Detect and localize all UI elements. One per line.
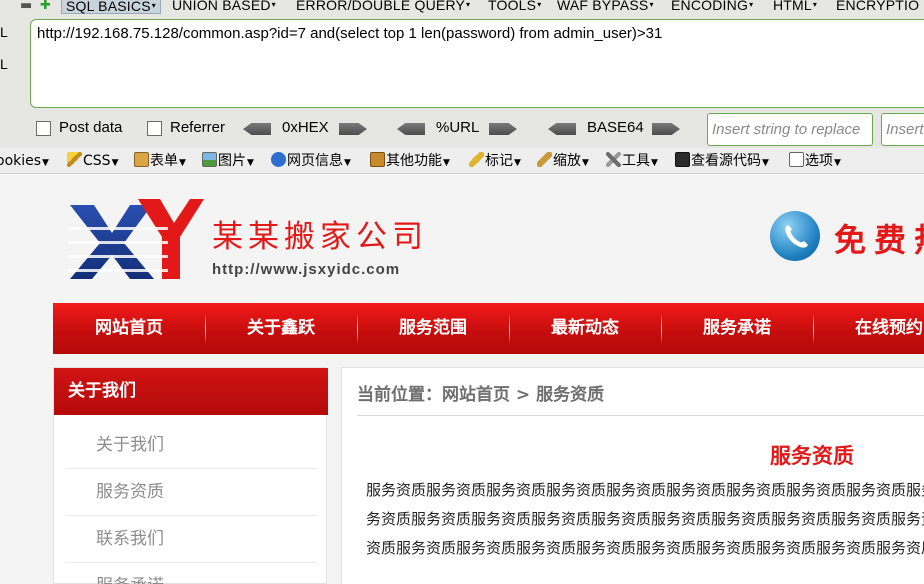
url-encode-label: %URL xyxy=(436,119,480,136)
url-textarea[interactable]: http://192.168.75.128/common.asp?id=7 an… xyxy=(30,19,924,108)
toolbar-outline[interactable]: 标记▼ xyxy=(469,151,521,171)
source-icon xyxy=(675,152,690,167)
pencil-icon xyxy=(67,152,82,167)
nav-home[interactable]: 网站首页 xyxy=(53,303,205,354)
toolbar-options[interactable]: 选项▼ xyxy=(789,151,841,171)
sidebar-item-contact[interactable]: 联系我们 xyxy=(66,516,316,563)
side-label-load[interactable]: L xyxy=(0,24,8,40)
toolbar-cookies[interactable]: ookies▼ xyxy=(0,151,49,171)
tools-icon xyxy=(606,152,621,167)
sidebar: 关于我们 关于我们 服务资质 联系我们 服务承诺 xyxy=(53,367,328,584)
menu-html[interactable]: HTML▾ xyxy=(773,0,817,14)
content-panel: 当前位置：网站首页 > 服务资质 服务资质 服务资质服务资质服务资质服务资质服务… xyxy=(341,367,924,584)
website-page: 某某搬家公司 http://www.jsxyidc.com 免费热 网站首页 关… xyxy=(0,175,924,584)
content-line: 服务资质服务资质服务资质服务资质服务资质服务资质服务资质服务资质服务资质服务资质 xyxy=(366,481,924,499)
menu-tools[interactable]: TOOLS▾ xyxy=(488,0,541,14)
toolbar-css[interactable]: CSS▼ xyxy=(67,151,118,171)
toolbar-images[interactable]: 图片▼ xyxy=(202,151,254,171)
nav-services[interactable]: 服务范围 xyxy=(357,303,509,354)
hex-encode-arrow-icon[interactable] xyxy=(339,123,367,135)
base64-encode-arrow-icon[interactable] xyxy=(652,123,680,135)
hackbar-menu: ▬ ✚ SQL BASICS▾ UNION BASED▾ ERROR/DOUBL… xyxy=(0,0,924,14)
resize-icon xyxy=(537,152,552,167)
info-icon xyxy=(271,152,286,167)
hex-label: 0xHEX xyxy=(282,119,329,136)
nav-about[interactable]: 关于鑫跃 xyxy=(205,303,357,354)
url-decode-arrow-icon[interactable] xyxy=(397,123,425,135)
menu-encoding[interactable]: ENCODING▾ xyxy=(671,0,753,14)
toolbar-resize[interactable]: 缩放▼ xyxy=(537,151,589,171)
content-title: 服务资质 xyxy=(770,444,854,468)
sidebar-item-about[interactable]: 关于我们 xyxy=(66,422,316,469)
toolbar-page-info[interactable]: 网页信息▼ xyxy=(271,151,351,171)
plus-icon[interactable]: ✚ xyxy=(40,0,51,12)
free-hotline-text: 免费热 xyxy=(834,221,924,259)
toolbar-forms[interactable]: 表单▼ xyxy=(134,151,186,171)
company-name: 某某搬家公司 xyxy=(212,219,428,255)
menu-union-based[interactable]: UNION BASED▾ xyxy=(172,0,276,14)
phone-icon xyxy=(770,211,820,261)
url-encode-arrow-icon[interactable] xyxy=(489,123,517,135)
menu-error-double-query[interactable]: ERROR/DOUBLE QUERY▾ xyxy=(296,0,470,14)
hackbar-panel: ▬ ✚ SQL BASICS▾ UNION BASED▾ ERROR/DOUBL… xyxy=(0,0,924,148)
image-icon xyxy=(202,152,217,167)
misc-icon xyxy=(370,152,385,167)
minus-icon[interactable]: ▬ xyxy=(20,0,32,12)
base64-decode-arrow-icon[interactable] xyxy=(548,123,576,135)
content-line: 资质服务资质服务资质服务资质服务资质服务资质服务资质服务资质服务资质服务资质服务 xyxy=(366,539,924,557)
sidebar-title: 关于我们 xyxy=(54,368,328,415)
web-developer-toolbar: ookies▼ CSS▼ 表单▼ 图片▼ 网页信息▼ 其他功能▼ 标记▼ 缩放▼… xyxy=(0,148,924,174)
referrer-label: Referrer xyxy=(170,119,226,136)
post-data-checkbox[interactable] xyxy=(36,121,51,136)
breadcrumb-divider xyxy=(357,415,924,416)
replace-with-input[interactable]: Insert xyxy=(881,113,924,146)
toolbar-view-source[interactable]: 查看源代码▼ xyxy=(675,151,769,171)
post-data-label: Post data xyxy=(59,119,123,136)
referrer-checkbox[interactable] xyxy=(147,121,162,136)
options-icon xyxy=(789,152,804,167)
sidebar-item-promise[interactable]: 服务承诺 xyxy=(66,563,316,584)
url-text[interactable]: http://192.168.75.128/common.asp?id=7 an… xyxy=(37,25,662,42)
base64-label: BASE64 xyxy=(587,119,644,136)
main-nav: 网站首页 关于鑫跃 服务范围 最新动态 服务承诺 在线预约 xyxy=(53,303,924,354)
company-url: http://www.jsxyidc.com xyxy=(212,261,401,278)
menu-sql-basics[interactable]: SQL BASICS▾ xyxy=(61,0,161,14)
marker-icon xyxy=(469,152,484,167)
xy-logo xyxy=(68,199,204,279)
menu-encryption[interactable]: ENCRYPTIO xyxy=(836,0,919,14)
side-label-split[interactable]: L xyxy=(0,56,8,72)
form-icon xyxy=(134,152,149,167)
menu-waf-bypass[interactable]: WAF BYPASS▾ xyxy=(557,0,654,14)
nav-news[interactable]: 最新动态 xyxy=(509,303,661,354)
toolbar-tools[interactable]: 工具▼ xyxy=(606,151,658,171)
replace-string-input[interactable]: Insert string to replace xyxy=(707,113,873,146)
nav-booking[interactable]: 在线预约 xyxy=(813,303,924,354)
sidebar-item-qualification[interactable]: 服务资质 xyxy=(66,469,316,516)
toolbar-misc[interactable]: 其他功能▼ xyxy=(370,151,450,171)
hex-decode-arrow-icon[interactable] xyxy=(243,123,271,135)
content-line: 务资质服务资质服务资质服务资质服务资质服务资质服务资质服务资质服务资质服务资质服 xyxy=(366,510,924,528)
breadcrumb: 当前位置：网站首页 > 服务资质 xyxy=(357,385,605,405)
nav-promise[interactable]: 服务承诺 xyxy=(661,303,813,354)
